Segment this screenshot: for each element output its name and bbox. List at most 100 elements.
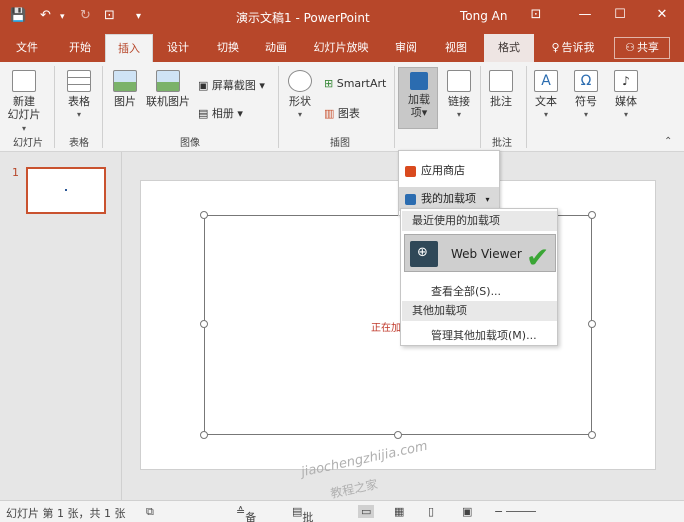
loading-text: 正在加 <box>371 323 401 334</box>
table-label: 表格 <box>68 95 90 108</box>
collapse-ribbon-icon[interactable]: ⌃ <box>664 136 672 147</box>
tab-format[interactable]: 格式 <box>484 34 534 62</box>
close-icon[interactable]: ✕ <box>652 7 672 22</box>
link-icon <box>447 70 471 92</box>
title-bar: 💾 ↶ ▾ ↻ ⊡ ▾ 演示文稿1 - PowerPoint Tong An ⊡… <box>0 0 684 34</box>
picture-button[interactable]: 图片 <box>110 70 140 108</box>
addins-menu: 应用商店 我的加载项 ▾ <box>398 150 500 216</box>
addins-label-2: 项 <box>410 106 422 119</box>
chart-button[interactable]: ▥ 图表 <box>324 105 360 121</box>
my-addins-label: 我的加载项 <box>421 192 476 205</box>
undo-icon[interactable]: ↶ <box>40 8 51 23</box>
resize-handle[interactable] <box>200 211 208 219</box>
spellcheck-icon[interactable]: ⧉ <box>146 505 154 519</box>
symbol-label: 符号 <box>575 95 597 108</box>
new-slide-label-2: 幻灯片 <box>7 108 41 121</box>
tab-home[interactable]: 开始 <box>56 34 104 62</box>
chart-label: 图表 <box>337 107 360 120</box>
tab-transitions[interactable]: 切换 <box>206 34 250 62</box>
save-icon[interactable]: 💾 <box>10 8 26 23</box>
online-picture-label: 联机图片 <box>146 95 190 108</box>
my-addins-submenu: 最近使用的加载项 查看全部(S)... 其他加载项 管理其他加载项(M)... <box>400 208 558 346</box>
smartart-label: SmartArt <box>336 77 387 90</box>
comment-icon <box>489 70 513 92</box>
screenshot-icon: ▣ <box>198 79 209 92</box>
group-divider <box>54 66 55 148</box>
online-picture-button[interactable]: 联机图片 <box>144 70 192 108</box>
online-picture-icon <box>156 70 180 92</box>
store-bag-icon <box>410 72 428 90</box>
share-label: 共享 <box>636 41 659 54</box>
see-all-link[interactable]: 查看全部(S)... <box>431 283 501 299</box>
shapes-button[interactable]: 形状 ▾ <box>284 70 316 121</box>
symbol-button[interactable]: Ω 符号 ▾ <box>570 70 602 121</box>
reading-view-icon[interactable]: ▯ <box>428 505 434 518</box>
slide-thumbnail[interactable] <box>26 167 106 214</box>
text-icon: A <box>534 70 558 92</box>
resize-handle[interactable] <box>394 431 402 439</box>
tab-design[interactable]: 设计 <box>156 34 200 62</box>
addins-button[interactable]: 加载 项▾ <box>398 67 438 129</box>
ribbon-display-options-icon[interactable]: ⊡ <box>526 7 546 22</box>
slideshow-view-icon[interactable]: ▣ <box>462 505 472 518</box>
start-slideshow-icon[interactable]: ⊡ <box>104 8 115 23</box>
smartart-button[interactable]: ⊞ SmartArt <box>324 77 386 90</box>
tab-review[interactable]: 审阅 <box>386 34 426 62</box>
table-button[interactable]: 表格 ▾ <box>62 70 96 121</box>
group-comments-label: 批注 <box>492 138 512 149</box>
tell-me-label: 告诉我 <box>561 41 595 54</box>
omega-icon: Ω <box>574 70 598 92</box>
picture-label: 图片 <box>114 95 136 108</box>
tab-slideshow[interactable]: 幻灯片放映 <box>306 34 376 62</box>
notes-button[interactable]: ≙ 备注 <box>236 505 256 522</box>
slide-count-status: 幻灯片 第 1 张，共 1 张 <box>6 507 126 520</box>
group-divider <box>394 66 395 148</box>
store-label: 应用商店 <box>421 164 465 177</box>
comment-button[interactable]: 批注 <box>486 70 516 108</box>
chevron-down-icon: ▾ <box>297 110 302 119</box>
slide-sorter-icon[interactable]: ▦ <box>394 505 404 518</box>
chevron-down-icon: ▾ <box>543 110 548 119</box>
minimize-icon[interactable]: — <box>575 7 595 22</box>
tab-file[interactable]: 文件 <box>6 34 48 62</box>
chevron-down-icon: ▾ <box>623 110 628 119</box>
zoom-slider[interactable] <box>506 511 536 512</box>
text-button[interactable]: A 文本 ▾ <box>530 70 562 121</box>
manage-other-addins-link[interactable]: 管理其他加载项(M)... <box>431 327 537 343</box>
document-title: 演示文稿1 - PowerPoint <box>236 11 370 25</box>
tell-me-box[interactable]: ♀ 告诉我 <box>538 34 608 62</box>
zoom-out-icon[interactable]: − <box>494 505 503 518</box>
resize-handle[interactable] <box>200 320 208 328</box>
resize-handle[interactable] <box>200 431 208 439</box>
resize-handle[interactable] <box>588 431 596 439</box>
tab-insert[interactable]: 插入 <box>105 34 153 62</box>
normal-view-icon[interactable]: ▭ <box>358 505 375 518</box>
new-slide-button[interactable]: 新建 幻灯片 ▾ <box>6 70 42 135</box>
link-button[interactable]: 链接 ▾ <box>444 70 474 121</box>
group-divider <box>526 66 527 148</box>
store-menu-item[interactable]: 应用商店 <box>399 159 499 183</box>
album-button[interactable]: ▤ 相册 ▾ <box>198 105 243 121</box>
addins-label: 加载 <box>408 93 430 106</box>
customize-toolbar-icon[interactable]: ▾ <box>136 11 141 22</box>
media-button[interactable]: ♪ 媒体 ▾ <box>610 70 642 121</box>
picture-icon <box>113 70 137 92</box>
chevron-down-icon: ▾ <box>485 195 490 204</box>
group-images-label: 图像 <box>180 138 200 149</box>
user-name[interactable]: Tong An <box>460 9 507 23</box>
status-bar: 幻灯片 第 1 张，共 1 张 ⧉ ≙ 备注 ▤ 批注 ▭ ▦ ▯ ▣ − <box>0 500 684 522</box>
resize-handle[interactable] <box>588 211 596 219</box>
comments-label: 批注 <box>302 511 314 522</box>
share-button[interactable]: ⚇ 共享 <box>614 37 670 59</box>
slide-number: 1 <box>12 166 19 179</box>
maximize-icon[interactable]: ☐ <box>610 7 630 22</box>
tab-view[interactable]: 视图 <box>436 34 476 62</box>
album-icon: ▤ <box>198 107 209 120</box>
resize-handle[interactable] <box>588 320 596 328</box>
chart-icon: ▥ <box>324 107 335 120</box>
undo-dropdown-icon[interactable]: ▾ <box>60 12 65 22</box>
redo-icon[interactable]: ↻ <box>80 8 91 23</box>
screenshot-button[interactable]: ▣ 屏幕截图 ▾ <box>198 77 265 93</box>
comments-button[interactable]: ▤ 批注 <box>292 505 313 522</box>
tab-animations[interactable]: 动画 <box>254 34 298 62</box>
